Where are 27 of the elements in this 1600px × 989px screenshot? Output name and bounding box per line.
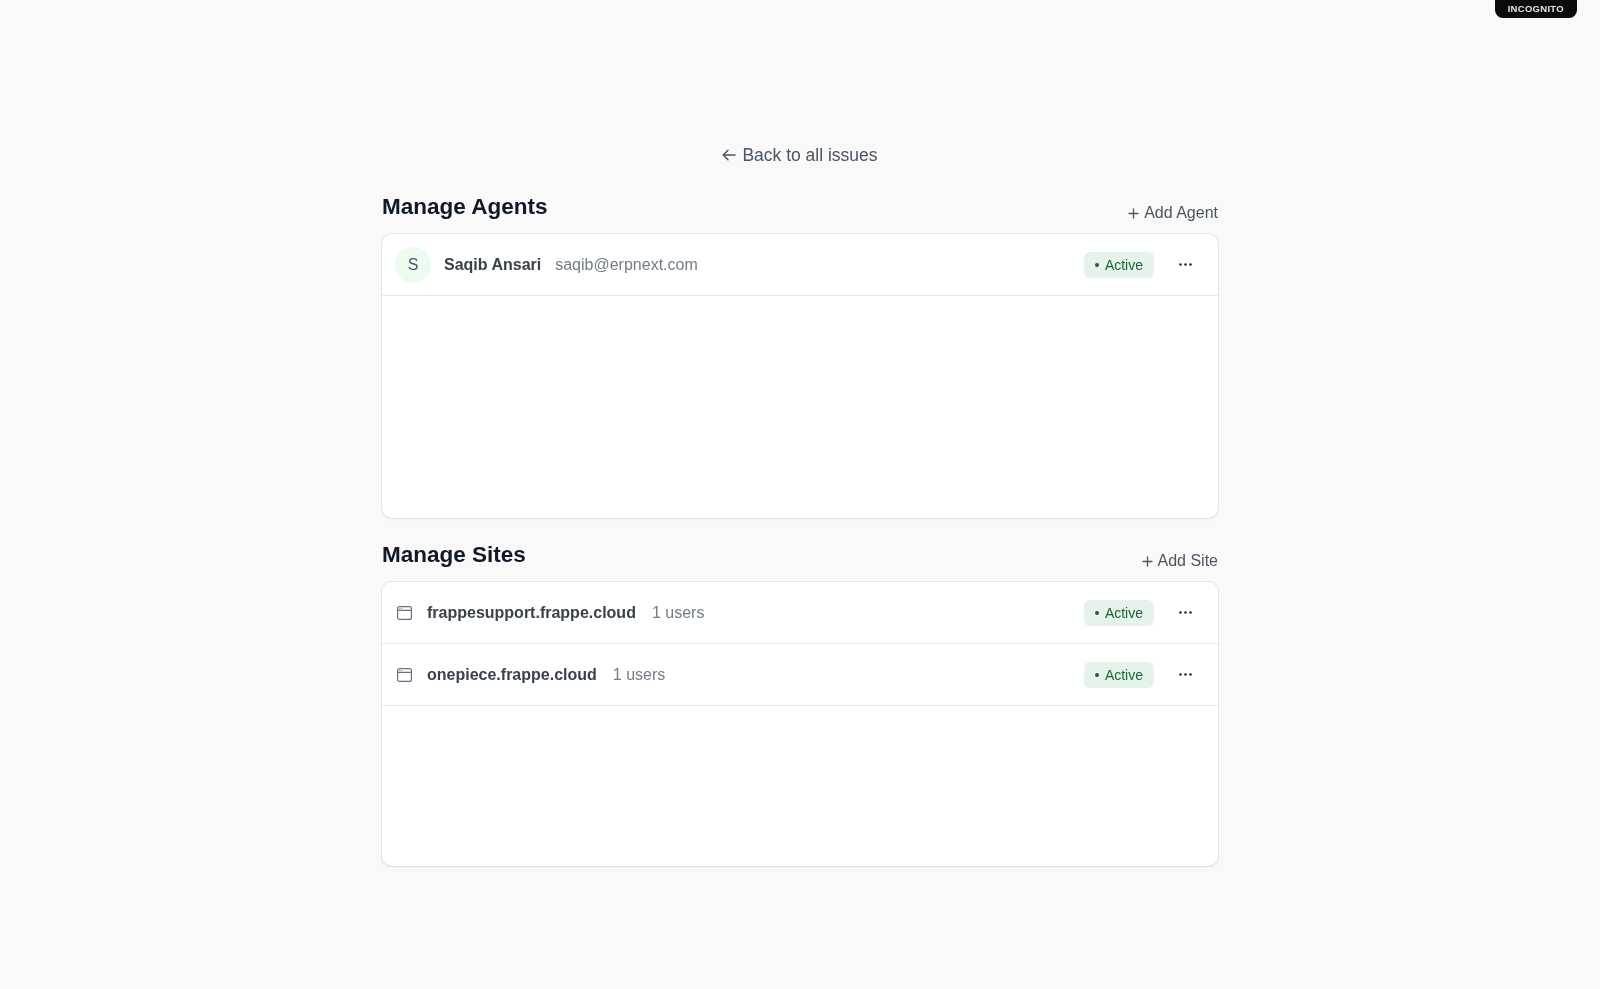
add-button[interactable]: Add Site: [1141, 551, 1218, 571]
agent-name: Saqib Ansari: [444, 254, 542, 275]
add-button[interactable]: Add Agent: [1128, 203, 1218, 223]
back-link[interactable]: Back to all issues: [722, 143, 878, 167]
browser-window-icon: [397, 605, 412, 620]
site-name: onepiece.frappe.cloud: [427, 664, 597, 685]
site-name: frappesupport.frappe.cloud: [427, 602, 636, 623]
site-user-count: 1 users: [651, 602, 705, 623]
arrow-left-icon: [722, 149, 737, 161]
status-label: Active: [1104, 666, 1143, 683]
site-user-count: 1 users: [612, 664, 666, 685]
more-icon[interactable]: [1179, 263, 1192, 266]
status-label: Active: [1104, 604, 1143, 621]
avatar: S: [395, 246, 431, 283]
plus-icon: [1128, 207, 1140, 219]
more-icon[interactable]: [1179, 611, 1192, 614]
status-dot-icon: [1094, 262, 1099, 267]
agent-email: saqib@erpnext.com: [555, 254, 698, 275]
plus-icon: [1141, 555, 1153, 567]
section-title: Manage Agents: [382, 193, 548, 221]
more-icon[interactable]: [1179, 673, 1192, 676]
status-dot-icon: [1094, 672, 1099, 677]
section-title: Manage Sites: [382, 541, 526, 569]
status-dot-icon: [1094, 610, 1099, 615]
incognito-badge: INCOGNITO: [1494, 0, 1577, 18]
status-label: Active: [1104, 256, 1143, 273]
browser-window-icon: [397, 667, 412, 682]
